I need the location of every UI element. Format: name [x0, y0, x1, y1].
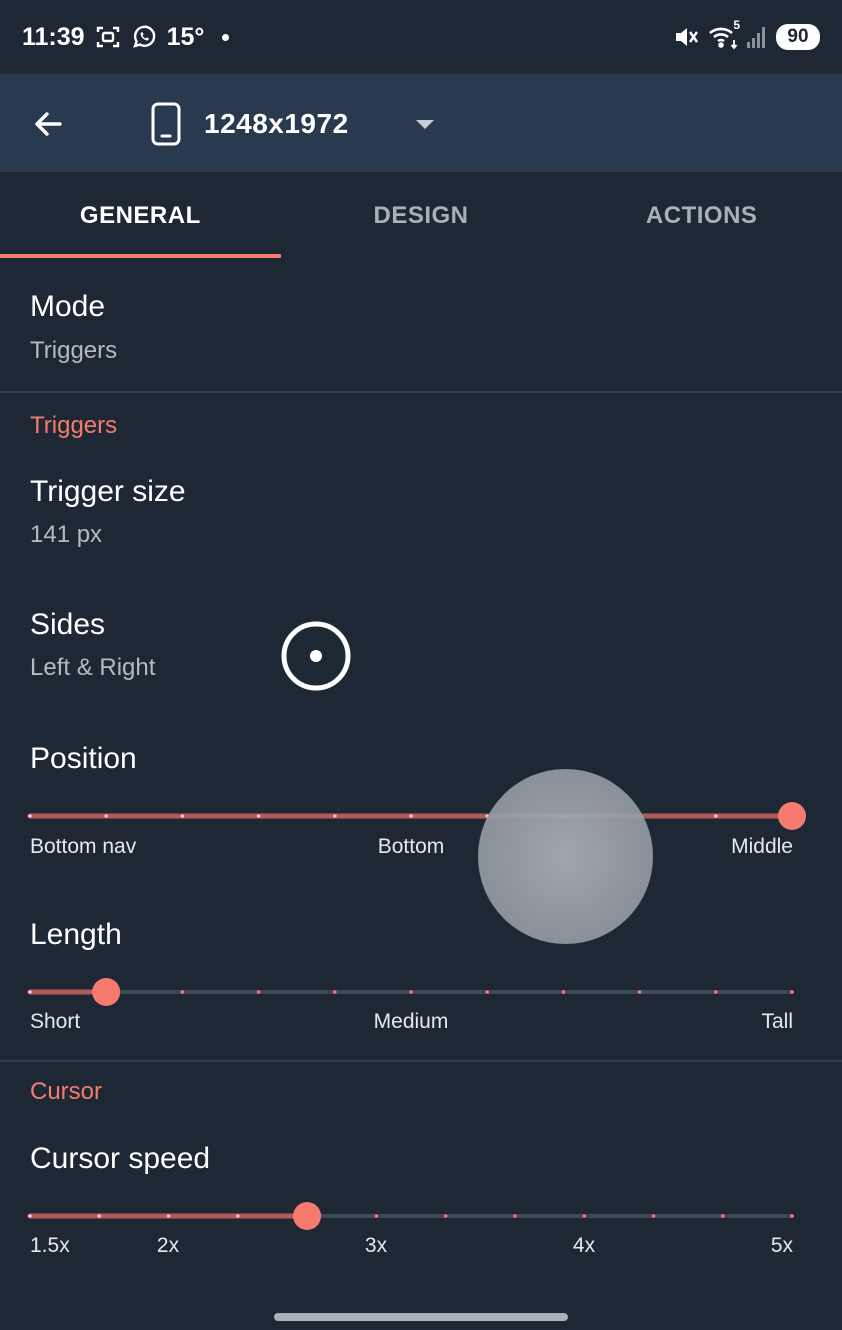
status-temperature: 15°	[166, 22, 205, 51]
trigger-size-title: Trigger size	[30, 475, 186, 508]
position-label-middle: Middle	[731, 835, 793, 858]
slider-tick	[374, 1214, 379, 1218]
trigger-size-summary: 141 px	[30, 521, 103, 548]
cursor-speed-label-3x: 3x	[364, 1234, 388, 1257]
divider	[0, 1060, 842, 1062]
length-title: Length	[30, 918, 122, 951]
phone-icon	[151, 102, 181, 146]
mute-icon	[672, 23, 700, 51]
position-title: Position	[30, 742, 137, 775]
tab-bar: GENERAL DESIGN ACTIONS	[0, 172, 842, 260]
sides-title: Sides	[30, 608, 106, 641]
mode-title: Mode	[30, 290, 106, 323]
screenshot-icon	[95, 24, 121, 50]
slider-tick	[714, 814, 718, 818]
slider-tick	[443, 1214, 448, 1218]
slider-tick	[409, 814, 413, 818]
mode-summary: Triggers	[30, 337, 118, 364]
cursor-speed-label-4x: 4x	[572, 1234, 596, 1257]
cursor-section-header: Cursor	[30, 1078, 103, 1105]
cursor-speed-label-1-5x: 1.5x	[30, 1234, 70, 1257]
slider-tick	[637, 990, 642, 994]
slider-tick	[256, 814, 261, 818]
tab-general[interactable]: GENERAL	[0, 172, 281, 260]
slider-tick	[409, 990, 413, 994]
tab-actions[interactable]: ACTIONS	[561, 172, 842, 260]
slider-tick	[485, 990, 490, 994]
wifi-badge: 5	[733, 18, 740, 32]
slider-tick	[28, 990, 32, 994]
slider-tick	[720, 1214, 725, 1218]
slider-tick	[790, 1214, 794, 1218]
slider-tick	[104, 814, 108, 818]
slider-tick	[166, 1214, 171, 1218]
slider-tick	[714, 990, 718, 994]
pointer-target-icon	[280, 620, 352, 692]
length-label-tall: Tall	[761, 1010, 793, 1033]
slider-tick	[582, 1214, 586, 1218]
length-label-short: Short	[30, 1010, 81, 1033]
device-resolution-label: 1248x1972	[204, 108, 349, 139]
length-slider[interactable]	[27, 977, 794, 1007]
back-arrow-icon	[35, 112, 62, 136]
whatsapp-icon	[131, 24, 157, 50]
tab-indicator	[0, 254, 281, 258]
slider-tick	[256, 990, 261, 994]
slider-tick	[180, 814, 185, 818]
slider-tick	[180, 990, 185, 994]
app-bar: 1248x1972	[0, 74, 842, 172]
slider-thumb[interactable]	[778, 802, 806, 830]
status-time: 11:39	[22, 22, 85, 51]
position-label-bottom-nav: Bottom nav	[30, 835, 137, 858]
slider-tick	[790, 990, 794, 994]
device-dropdown-button[interactable]	[412, 116, 438, 132]
signal-icon	[746, 25, 768, 49]
status-left: 11:39 15°	[22, 22, 230, 52]
divider	[0, 391, 842, 393]
slider-tick	[28, 1214, 32, 1218]
back-button[interactable]	[30, 106, 66, 142]
touch-ripple	[478, 769, 653, 944]
device-selector[interactable]: 1248x1972	[150, 98, 349, 150]
wifi-icon: 5	[708, 18, 740, 50]
triggers-section-header: Triggers	[30, 412, 118, 439]
gesture-nav-bar[interactable]	[274, 1313, 568, 1321]
cursor-speed-label-5x: 5x	[770, 1234, 793, 1257]
dropdown-arrow-icon	[416, 120, 434, 129]
status-bar: 11:39 15° 5 90	[0, 0, 842, 74]
slider-tick	[28, 814, 32, 818]
notification-dot-icon	[222, 33, 230, 41]
slider-tick	[561, 990, 566, 994]
cursor-speed-title: Cursor speed	[30, 1142, 211, 1175]
status-right: 5 90	[672, 18, 820, 51]
slider-tick	[333, 990, 337, 994]
slider-tick	[97, 1214, 102, 1218]
slider-tick	[236, 1214, 240, 1218]
position-slider[interactable]	[27, 801, 806, 831]
length-label-medium: Medium	[373, 1010, 449, 1033]
battery-icon: 90	[776, 24, 820, 50]
screen: 11:39 15° 5 90 1248x1972 GENERAL DESIGN …	[0, 0, 842, 1330]
slider-thumb[interactable]	[293, 1202, 322, 1230]
slider-tick	[333, 814, 337, 818]
position-label-bottom: Bottom	[377, 835, 445, 858]
cursor-speed-slider[interactable]	[27, 1201, 794, 1231]
slider-tick	[651, 1214, 656, 1218]
cursor-speed-label-2x: 2x	[156, 1234, 180, 1257]
tab-design[interactable]: DESIGN	[281, 172, 562, 260]
slider-tick	[513, 1214, 517, 1218]
slider-thumb[interactable]	[92, 978, 121, 1006]
sides-summary: Left & Right	[30, 654, 156, 681]
